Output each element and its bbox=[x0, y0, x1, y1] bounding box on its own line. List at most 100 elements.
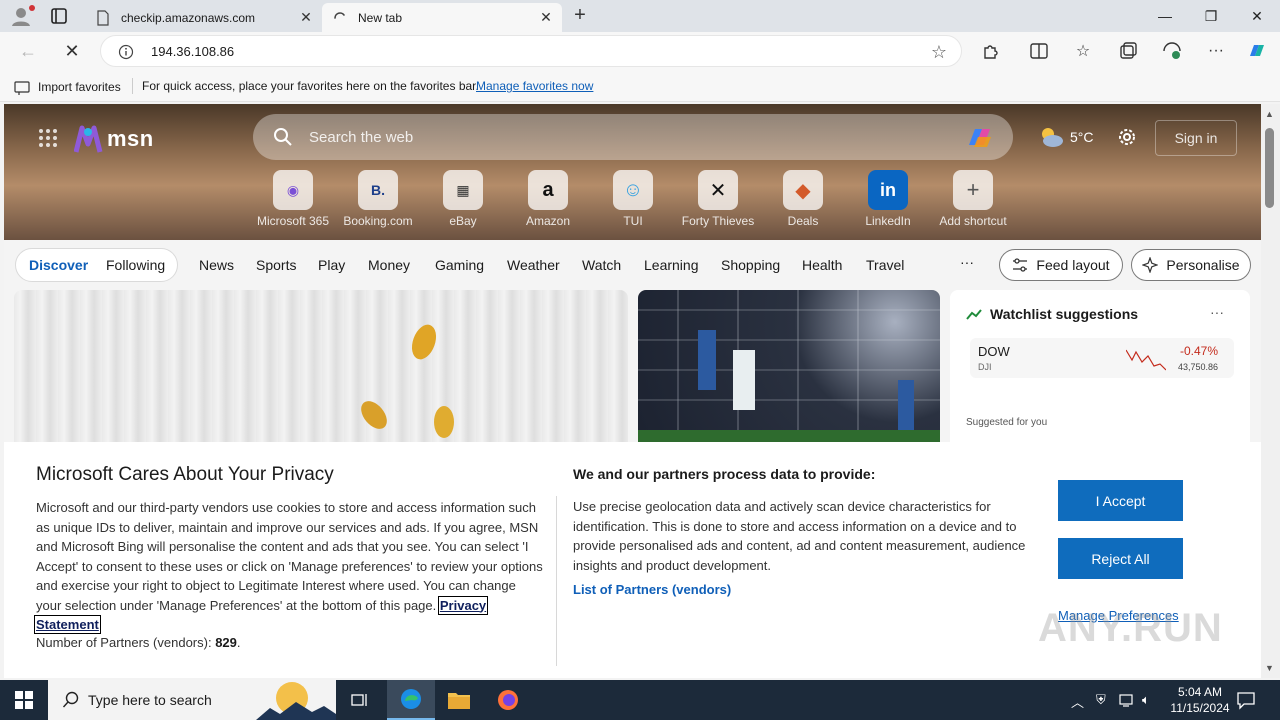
shortcut-linkedin[interactable]: in LinkedIn bbox=[848, 170, 928, 228]
scrollbar-thumb[interactable] bbox=[1265, 128, 1274, 208]
tray-overflow-icon[interactable]: ︿ bbox=[1071, 692, 1084, 711]
scroll-up-icon[interactable]: ▲ bbox=[1265, 109, 1274, 119]
shortcut-amazon[interactable]: a Amazon bbox=[508, 170, 588, 228]
personalise-button[interactable]: Personalise bbox=[1131, 249, 1251, 281]
taskbar-edge[interactable] bbox=[387, 680, 435, 720]
shortcut-forty-thieves[interactable]: ✕ Forty Thieves bbox=[678, 170, 758, 228]
favorites-hint: For quick access, place your favorites h… bbox=[142, 79, 479, 93]
nav-watch[interactable]: Watch bbox=[582, 257, 621, 273]
tab-actions-icon[interactable] bbox=[50, 7, 70, 25]
divider bbox=[132, 78, 133, 94]
reject-all-button[interactable]: Reject All bbox=[1058, 538, 1183, 579]
loading-icon bbox=[334, 11, 345, 19]
nav-gaming[interactable]: Gaming bbox=[435, 257, 484, 273]
watchlist-card: Watchlist suggestions ··· DOW DJI -0.47%… bbox=[950, 290, 1250, 450]
page-scrollbar[interactable]: ▲ ▼ bbox=[1261, 104, 1280, 678]
nav-learning[interactable]: Learning bbox=[644, 257, 699, 273]
settings-gear-icon[interactable] bbox=[1116, 126, 1138, 148]
security-tray-icon[interactable]: ⛨ bbox=[1096, 692, 1106, 708]
tab-discover[interactable]: Discover bbox=[29, 257, 88, 273]
privacy-title: Microsoft Cares About Your Privacy bbox=[36, 464, 334, 485]
notifications-icon[interactable] bbox=[1236, 690, 1256, 710]
favorites-bar: Import favorites For quick access, place… bbox=[0, 70, 1280, 102]
start-button[interactable] bbox=[0, 680, 48, 720]
taskbar-firefox[interactable] bbox=[484, 680, 532, 720]
import-favorites-button[interactable]: Import favorites bbox=[14, 79, 121, 95]
booking-icon: B. bbox=[358, 170, 398, 210]
privacy-body: Microsoft and our third-party vendors us… bbox=[33, 498, 544, 635]
favorite-star-icon[interactable]: ☆ bbox=[931, 42, 947, 63]
collections-icon[interactable] bbox=[1117, 40, 1139, 62]
nav-health[interactable]: Health bbox=[802, 257, 842, 273]
copilot-icon[interactable] bbox=[1246, 40, 1268, 62]
nav-news[interactable]: News bbox=[199, 257, 234, 273]
settings-more-icon[interactable]: ··· bbox=[1205, 40, 1227, 62]
extensions-icon[interactable] bbox=[980, 40, 1002, 62]
network-icon[interactable] bbox=[1118, 692, 1136, 708]
nav-play[interactable]: Play bbox=[318, 257, 345, 273]
accept-button[interactable]: I Accept bbox=[1058, 480, 1183, 521]
nav-more-icon[interactable]: ··· bbox=[960, 254, 974, 270]
volume-icon[interactable]: 🔈︎ bbox=[1142, 692, 1150, 708]
tab-new-tab[interactable]: New tab ✕ bbox=[322, 3, 562, 32]
web-search-box[interactable]: Search the web bbox=[253, 114, 1013, 160]
shortcut-tui[interactable]: ☺ TUI bbox=[593, 170, 673, 228]
windows-taskbar: Type here to search ︿ ⛨ 🔈︎ 5:04 AM 11/15… bbox=[0, 680, 1280, 720]
weather-widget[interactable]: 5°C bbox=[1038, 126, 1094, 148]
tab-following[interactable]: Following bbox=[106, 257, 165, 273]
url-text[interactable]: 194.36.108.86 bbox=[151, 44, 234, 59]
task-view-button[interactable] bbox=[336, 680, 384, 720]
capsules-image bbox=[361, 324, 454, 438]
tab-close-icon[interactable]: ✕ bbox=[534, 9, 558, 26]
nav-sports[interactable]: Sports bbox=[256, 257, 296, 273]
shortcut-label: LinkedIn bbox=[865, 214, 911, 228]
watchlist-title: Watchlist suggestions bbox=[990, 306, 1139, 322]
new-tab-button[interactable]: + bbox=[569, 5, 591, 27]
favorites-icon[interactable]: ☆ bbox=[1072, 40, 1094, 62]
sports-card-image[interactable] bbox=[638, 290, 940, 450]
site-info-icon[interactable] bbox=[118, 44, 134, 60]
suggested-label: Suggested for you bbox=[966, 417, 1048, 428]
browser-essentials-icon[interactable] bbox=[1161, 40, 1183, 62]
shortcut-deals[interactable]: ◆ Deals bbox=[763, 170, 843, 228]
anyrun-watermark: ANY.RUN bbox=[1038, 606, 1223, 650]
shortcut-label: Deals bbox=[787, 214, 819, 228]
close-window-button[interactable]: ✕ bbox=[1234, 0, 1280, 32]
tab-checkip[interactable]: checkip.amazonaws.com ✕ bbox=[85, 3, 322, 32]
nav-weather[interactable]: Weather bbox=[507, 257, 560, 273]
list-of-partners-link[interactable]: List of Partners (vendors) bbox=[573, 582, 731, 597]
maximize-button[interactable]: ❐ bbox=[1188, 0, 1234, 32]
back-button[interactable]: ← bbox=[16, 39, 40, 63]
sign-in-button[interactable]: Sign in bbox=[1155, 120, 1237, 156]
shortcut-booking[interactable]: B. Booking.com bbox=[338, 170, 418, 228]
shortcut-ebay[interactable]: ▦ eBay bbox=[423, 170, 503, 228]
taskbar-search-box[interactable]: Type here to search bbox=[48, 680, 336, 720]
minimize-button[interactable]: — bbox=[1142, 0, 1188, 32]
scroll-down-icon[interactable]: ▼ bbox=[1265, 663, 1274, 673]
app-launcher-icon[interactable] bbox=[38, 128, 58, 148]
tab-close-icon[interactable]: ✕ bbox=[294, 9, 318, 26]
copilot-search-icon[interactable] bbox=[965, 123, 995, 151]
nav-travel[interactable]: Travel bbox=[866, 257, 904, 273]
system-clock[interactable]: 5:04 AM 11/15/2024 bbox=[1160, 684, 1240, 716]
watchlist-more-icon[interactable]: ··· bbox=[1210, 304, 1224, 320]
taskbar-search-placeholder: Type here to search bbox=[88, 692, 212, 708]
shortcut-label: Microsoft 365 bbox=[256, 214, 330, 228]
shortcut-add[interactable]: + Add shortcut bbox=[933, 170, 1013, 228]
news-card-image[interactable] bbox=[14, 290, 628, 450]
stock-row[interactable]: DOW DJI -0.47% 43,750.86 bbox=[970, 338, 1234, 378]
feed-layout-button[interactable]: Feed layout bbox=[999, 249, 1123, 281]
feed-navigation: Discover Following News Sports Play Mone… bbox=[4, 240, 1261, 290]
nav-money[interactable]: Money bbox=[368, 257, 410, 273]
process-body: Use precise geolocation data and activel… bbox=[573, 499, 1026, 573]
tui-icon: ☺ bbox=[613, 170, 653, 210]
stop-loading-button[interactable]: ✕ bbox=[60, 39, 84, 63]
address-bar[interactable]: 194.36.108.86 ☆ bbox=[100, 35, 962, 67]
nav-shopping[interactable]: Shopping bbox=[721, 257, 780, 273]
stock-value: 43,750.86 bbox=[1177, 362, 1218, 372]
stock-exchange: DJI bbox=[978, 362, 992, 372]
shortcut-microsoft-365[interactable]: ◉ Microsoft 365 bbox=[253, 170, 333, 228]
manage-favorites-link[interactable]: Manage favorites now bbox=[476, 79, 593, 93]
split-screen-icon[interactable] bbox=[1028, 40, 1050, 62]
taskbar-file-explorer[interactable] bbox=[435, 680, 483, 720]
